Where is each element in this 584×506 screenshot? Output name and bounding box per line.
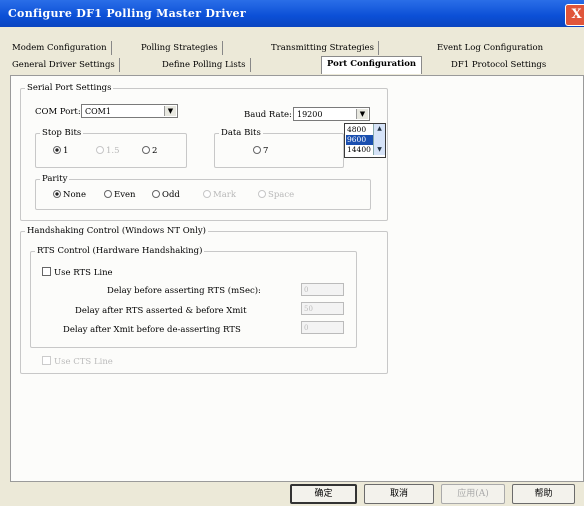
baud-rate-dropdown-list[interactable]: 4800 9600 14400 ▲ ▼ [344, 123, 386, 158]
handshaking-legend: Handshaking Control (Windows NT Only) [27, 226, 206, 236]
baud-option-14400[interactable]: 14400 [346, 145, 374, 155]
com-port-value: COM1 [85, 107, 111, 116]
scroll-down-icon[interactable]: ▼ [374, 145, 385, 155]
baud-option-4800[interactable]: 4800 [346, 125, 374, 135]
help-button[interactable]: 帮助 [512, 484, 575, 504]
close-button[interactable]: X [565, 4, 584, 26]
tab-port-configuration[interactable]: Port Configuration [321, 56, 423, 74]
ok-button[interactable]: 确定 [290, 484, 357, 504]
baud-rate-value: 19200 [297, 110, 323, 119]
baud-rate-select[interactable]: 19200 ▼ [293, 107, 370, 121]
chevron-down-icon[interactable]: ▼ [356, 109, 368, 119]
baud-rate-label: Baud Rate: [244, 110, 292, 120]
parity-radio-even[interactable]: Even [104, 190, 136, 200]
tab-general-driver-settings[interactable]: General Driver Settings [12, 58, 120, 72]
delay-after-rts-asserted-input[interactable]: 50 [301, 302, 344, 315]
data-bits-group: Data Bits [214, 128, 344, 168]
scroll-up-icon[interactable]: ▲ [374, 124, 385, 134]
delay-after-rts-asserted-label: Delay after RTS asserted & before Xmit [75, 306, 247, 316]
serial-port-settings-legend: Serial Port Settings [27, 83, 112, 93]
chevron-down-icon[interactable]: ▼ [164, 106, 176, 116]
tab-define-polling-lists[interactable]: Define Polling Lists [162, 58, 251, 72]
com-port-select[interactable]: COM1 ▼ [81, 104, 178, 118]
window-title: Configure DF1 Polling Master Driver [8, 7, 246, 20]
delay-after-xmit-input[interactable]: 0 [301, 321, 344, 334]
rts-control-legend: RTS Control (Hardware Handshaking) [37, 246, 203, 256]
parity-radio-mark: Mark [203, 190, 236, 200]
delay-before-asserting-label: Delay before asserting RTS (mSec): [107, 286, 261, 296]
dropdown-scrollbar[interactable]: ▲ ▼ [373, 124, 385, 155]
stop-bits-radio-1-5: 1.5 [96, 146, 120, 156]
parity-radio-odd[interactable]: Odd [152, 190, 180, 200]
tab-df1-protocol-settings[interactable]: DF1 Protocol Settings [451, 58, 546, 72]
data-bits-radio-7[interactable]: 7 [253, 146, 268, 156]
parity-radio-none[interactable]: None [53, 190, 86, 200]
use-rts-line-checkbox[interactable]: Use RTS Line [42, 267, 113, 278]
dialog-window: Configure DF1 Polling Master Driver X Mo… [0, 0, 584, 506]
parity-radio-space: Space [258, 190, 294, 200]
delay-before-asserting-input[interactable]: 0 [301, 283, 344, 296]
tab-event-log-configuration[interactable]: Event Log Configuration [437, 41, 543, 55]
apply-button[interactable]: 应用(A) [441, 484, 505, 504]
title-bar[interactable]: Configure DF1 Polling Master Driver X [0, 0, 584, 27]
delay-after-xmit-label: Delay after Xmit before de-asserting RTS [63, 325, 241, 335]
tab-modem-configuration[interactable]: Modem Configuration [12, 41, 112, 55]
com-port-label: COM Port: [35, 107, 81, 117]
tab-polling-strategies[interactable]: Polling Strategies [141, 41, 223, 55]
stop-bits-radio-1[interactable]: 1 [53, 146, 68, 156]
cancel-button[interactable]: 取消 [364, 484, 434, 504]
baud-option-9600[interactable]: 9600 [346, 135, 374, 145]
use-cts-line-checkbox: Use CTS Line [42, 356, 113, 367]
data-bits-legend: Data Bits [221, 128, 261, 138]
stop-bits-legend: Stop Bits [42, 128, 82, 138]
close-icon: X [571, 7, 582, 22]
tab-transmitting-strategies[interactable]: Transmitting Strategies [271, 41, 379, 55]
parity-legend: Parity [42, 174, 68, 184]
stop-bits-radio-2[interactable]: 2 [142, 146, 157, 156]
